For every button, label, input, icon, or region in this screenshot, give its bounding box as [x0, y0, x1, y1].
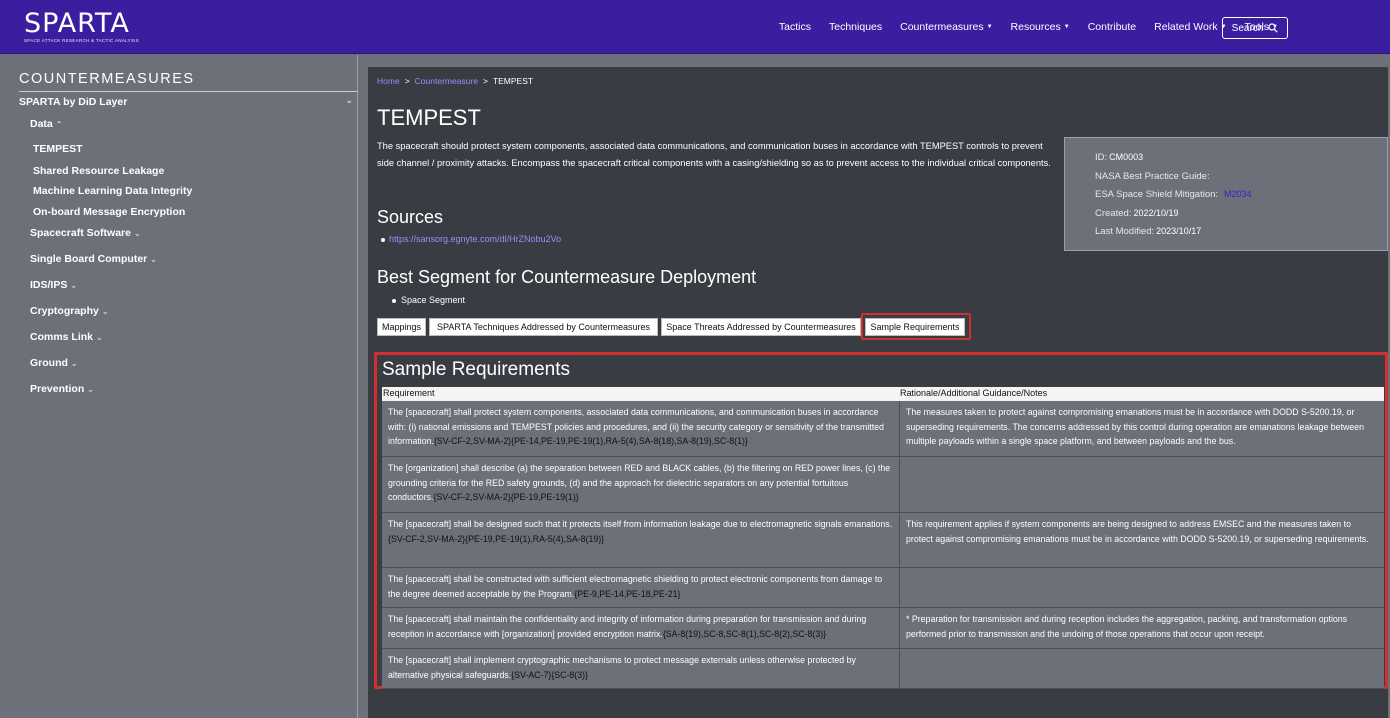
sidebar-item-tempest[interactable]: TEMPEST — [33, 143, 83, 155]
requirement-cell: The [spacecraft] shall implement cryptog… — [382, 649, 900, 688]
best-segment-heading: Best Segment for Countermeasure Deployme… — [377, 267, 757, 287]
info-last-modified: Last Modified: 2023/10/17 — [1095, 226, 1202, 237]
rationale-cell — [900, 457, 1384, 512]
info-nasa-guide: NASA Best Practice Guide: — [1095, 171, 1210, 182]
source-link[interactable]: https://sansorg.egnyte.com/dl/HrZNobu2Vo — [389, 234, 561, 244]
nav-resources[interactable]: Resources ▼ — [1002, 21, 1079, 33]
logo-subtitle: SPACE ATTACK RESEARCH & TACTIC ANALYSIS — [24, 38, 139, 43]
control-ids: {SV-AC-7}{SC-8(3)} — [511, 669, 589, 680]
did-layer-selector[interactable]: SPARTA by DiD Layer ⌄ — [19, 95, 353, 108]
nav-contribute[interactable]: Contribute — [1079, 21, 1145, 33]
caret-down-icon: ▼ — [986, 24, 993, 30]
info-id: ID: CM0003 — [1095, 152, 1144, 163]
caret-down-icon: ▼ — [1063, 24, 1070, 30]
esa-mitigation-link[interactable]: M2034 — [1224, 189, 1252, 199]
rationale-cell: The measures taken to protect against co… — [906, 407, 1365, 446]
chevron-down-icon: ⌄ — [345, 95, 353, 105]
sidebar-item-onboard-message-encryption[interactable]: On-board Message Encryption — [33, 206, 185, 218]
chevron-down-icon: ⌄ — [101, 307, 109, 316]
chevron-down-icon: ⌄ — [70, 359, 78, 368]
tab-space-threats[interactable]: Space Threats Addressed by Countermeasur… — [661, 318, 861, 336]
table-row: The [spacecraft] shall protect system co… — [382, 401, 1384, 457]
sidebar-group-ids-ips[interactable]: IDS/IPS ⌄ — [30, 279, 77, 291]
sparta-logo[interactable]: SPARTA SPACE ATTACK RESEARCH & TACTIC AN… — [24, 10, 144, 46]
rationale-cell — [900, 568, 1384, 607]
requirement-cell: The [spacecraft] shall be constructed wi… — [382, 568, 900, 607]
nav-tactics[interactable]: Tactics — [770, 21, 820, 33]
bullet — [381, 238, 385, 242]
sidebar-divider — [19, 91, 358, 92]
chevron-up-icon: ⌃ — [55, 120, 63, 129]
sidebar-group-prevention[interactable]: Prevention ⌄ — [30, 383, 94, 395]
chevron-down-icon: ⌄ — [96, 333, 103, 342]
sidebar: COUNTERMEASURES SPARTA by DiD Layer ⌄ Da… — [0, 55, 358, 718]
main-content: Home > Countermeasure > TEMPEST TEMPEST The … — [368, 67, 1388, 718]
table-row: The [organization] shall describe (a) th… — [382, 457, 1384, 513]
control-ids: {SA-8(19),SC-8,SC-8(1),SC-8(2),SC-8(3)} — [662, 628, 827, 639]
sample-requirements-heading: Sample Requirements — [382, 359, 570, 380]
sidebar-group-ground[interactable]: Ground ⌄ — [30, 357, 78, 369]
search-icon — [1268, 23, 1278, 33]
countermeasure-info-box: ID: CM0003 NASA Best Practice Guide: ESA … — [1064, 137, 1388, 251]
sidebar-group-spacecraft-software[interactable]: Spacecraft Software ⌄ — [30, 227, 141, 239]
bullet — [392, 299, 396, 303]
table-row: The [spacecraft] shall maintain the conf… — [382, 608, 1384, 649]
breadcrumb-home[interactable]: Home — [377, 76, 400, 86]
breadcrumb: Home > Countermeasure > TEMPEST — [377, 76, 534, 86]
requirement-cell: The [organization] shall describe (a) th… — [382, 457, 900, 512]
sidebar-group-cryptography[interactable]: Cryptography ⌄ — [30, 305, 109, 317]
rationale-cell — [900, 649, 1384, 688]
nav-menu: Tactics Techniques Countermeasures ▼ Reso… — [770, 0, 1287, 54]
tab-sparta-techniques[interactable]: SPARTA Techniques Addressed by Counterme… — [429, 318, 658, 336]
requirement-cell: The [spacecraft] shall protect system co… — [382, 401, 900, 456]
breadcrumb-countermeasure[interactable]: Countermeasure — [415, 76, 478, 86]
logo-text: SPARTA — [24, 8, 130, 39]
col-requirement: Requirement — [383, 388, 435, 398]
control-ids: {SV-CF-2,SV-MA-2}{PE-19,PE-19(1),RA-5(4)… — [388, 533, 605, 544]
sidebar-title: COUNTERMEASURES — [19, 71, 195, 87]
rationale-cell: * Preparation for transmission and durin… — [906, 614, 1348, 639]
sidebar-group-single-board-computer[interactable]: Single Board Computer ⌄ — [30, 253, 157, 265]
search-button[interactable]: Search — [1222, 17, 1288, 39]
control-ids: {SV-CF-2,SV-MA-2}{PE-19,PE-19(1)} — [433, 492, 579, 502]
rationale-cell: This requirement applies if system compo… — [906, 519, 1369, 544]
table-row: The [spacecraft] shall be designed such … — [382, 513, 1384, 568]
chevron-down-icon: ⌄ — [133, 229, 141, 238]
search-label: Search — [1231, 22, 1264, 34]
control-ids: {PE-9,PE-14,PE-18,PE-21} — [574, 588, 681, 599]
tab-mappings[interactable]: Mappings — [377, 318, 426, 336]
info-created: Created: 2022/10/19 — [1095, 208, 1179, 219]
breadcrumb-current: TEMPEST — [492, 76, 534, 86]
col-rationale: Rationale/Additional Guidance/Notes — [900, 388, 1048, 398]
table-header: Requirement Rationale/Additional Guidanc… — [382, 387, 1384, 401]
chevron-down-icon: ⌄ — [70, 281, 78, 290]
table-row: The [spacecraft] shall be constructed wi… — [382, 568, 1384, 608]
sidebar-item-ml-data-integrity[interactable]: Machine Learning Data Integrity — [33, 185, 192, 197]
sidebar-group-data[interactable]: Data ⌃ — [30, 118, 62, 130]
sidebar-item-shared-resource-leakage[interactable]: Shared Resource Leakage — [33, 165, 164, 177]
countermeasure-description: The spacecraft should protect system com… — [377, 141, 1051, 168]
page-title: TEMPEST — [377, 105, 481, 130]
requirement-cell: The [spacecraft] shall be designed such … — [382, 513, 900, 567]
table-row: The [spacecraft] shall implement cryptog… — [382, 649, 1384, 689]
tab-highlight-box — [861, 313, 971, 340]
sidebar-group-comms-link[interactable]: Comms Link ⌄ — [30, 331, 103, 343]
nav-techniques[interactable]: Techniques — [820, 21, 891, 33]
chevron-down-icon: ⌄ — [150, 255, 157, 264]
requirement-cell: The [spacecraft] shall maintain the conf… — [382, 608, 900, 648]
sources-heading: Sources — [377, 207, 444, 227]
control-ids: {SV-CF-2,SV-MA-2}{PE-14,PE-19,PE-19(1),R… — [433, 436, 748, 446]
top-navbar: SPARTA SPACE ATTACK RESEARCH & TACTIC AN… — [0, 0, 1390, 54]
nav-countermeasures[interactable]: Countermeasures ▼ — [891, 21, 1001, 33]
info-esa-mitigation: ESA Space Shield Mitigation: M2034 — [1095, 189, 1252, 200]
chevron-down-icon: ⌄ — [87, 385, 94, 394]
segment-item: Space Segment — [401, 295, 466, 305]
